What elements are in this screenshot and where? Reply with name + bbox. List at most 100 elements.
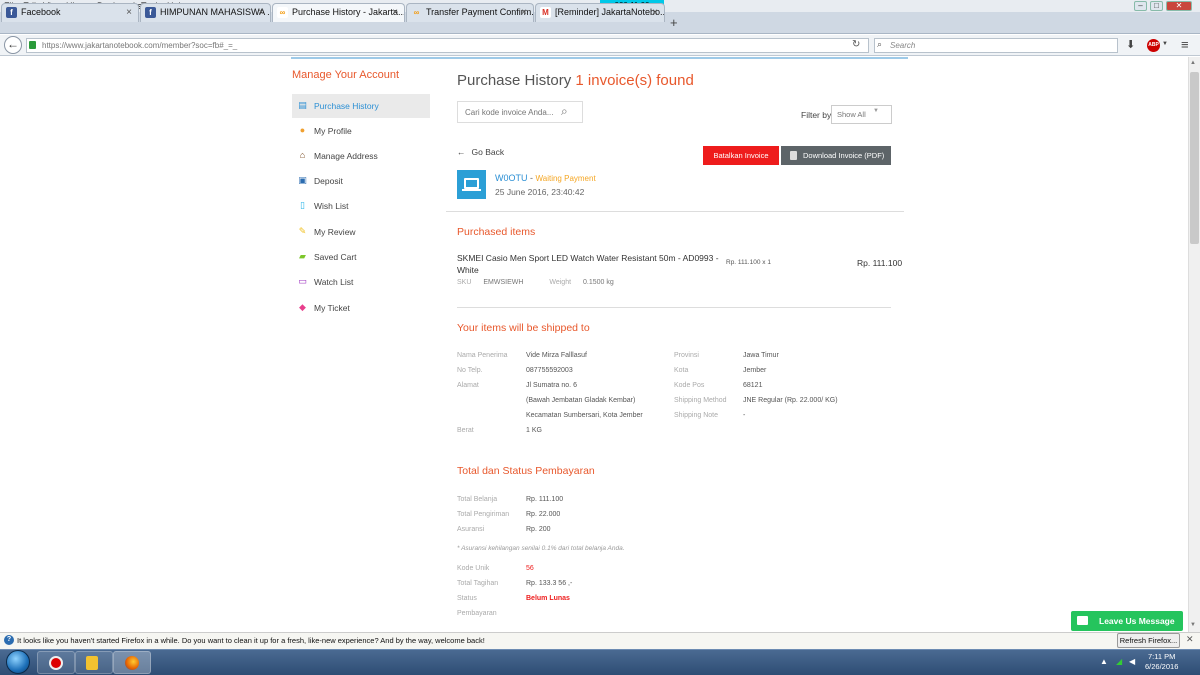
tv-icon: ▭ [298, 276, 307, 286]
firefox-icon [125, 656, 139, 670]
cart-icon: ▰ [299, 251, 306, 261]
sidebar-item-my-ticket[interactable]: ◆ My Ticket [292, 296, 430, 320]
browser-search-input[interactable]: Search [874, 38, 1118, 53]
address-label: Alamat [457, 382, 479, 389]
shipping-cost-value: Rp. 22.000 [526, 511, 561, 518]
search-icon: ⌕ [877, 39, 883, 49]
sidebar-item-label: My Profile [314, 126, 352, 136]
item-name[interactable]: SKMEI Casio Men Sport LED Watch Water Re… [457, 252, 722, 276]
clock[interactable]: 7:11 PM 6/26/2016 [1145, 652, 1178, 672]
close-icon[interactable]: × [392, 4, 398, 21]
total-bill-value: Rp. 133.3 56 ,- [526, 580, 573, 587]
sidebar-item-wish-list[interactable]: ▯ Wish List [292, 194, 430, 218]
sidebar-item-label: Saved Cart [314, 252, 357, 262]
chevron-down-icon[interactable]: ▼ [1162, 41, 1168, 47]
address-line-3: Kecamatan Sumbersari, Kota Jember [526, 412, 643, 419]
invoice-count: 1 invoice(s) found [575, 72, 694, 89]
close-icon[interactable]: × [652, 4, 658, 21]
close-window-button[interactable]: ✕ [1166, 1, 1192, 11]
payment-title: Total dan Status Pembayaran [457, 465, 595, 477]
tab-label: HIMPUNAN MAHASISWA ... [160, 7, 271, 17]
refresh-firefox-button[interactable]: Refresh Firefox... [1117, 633, 1180, 648]
download-arrow-icon[interactable]: ⬇ [1126, 38, 1135, 51]
tab-purchase-history[interactable]: ∞ Purchase History - Jakarta... × [272, 3, 405, 22]
clock-date: 6/26/2016 [1145, 662, 1179, 671]
adblock-icon[interactable]: ABP [1147, 39, 1160, 52]
minimize-button[interactable]: – [1134, 1, 1147, 11]
shipping-note-value: - [743, 412, 746, 419]
close-icon[interactable]: ✕ [1186, 634, 1194, 645]
sidebar-item-label: Purchase History [314, 101, 379, 111]
go-back-link[interactable]: ← Go Back [457, 147, 504, 157]
facebook-icon: f [145, 7, 156, 18]
reload-icon[interactable]: ↻ [852, 39, 860, 50]
lock-icon [29, 41, 36, 49]
laptop-screen [464, 178, 479, 189]
back-button[interactable]: ← [4, 36, 22, 54]
sidebar-item-deposit[interactable]: ▣ Deposit [292, 169, 430, 193]
sidebar-title: Manage Your Account [292, 69, 400, 81]
subtotal-value: Rp. 111.100 [526, 496, 564, 503]
item-quantity: Rp. 111.100 x 1 [726, 259, 771, 266]
url-bar[interactable]: https://www.jakartanotebook.com/member?s… [26, 38, 869, 53]
postal-code-label: Kode Pos [674, 382, 705, 389]
tag-icon: ◆ [299, 302, 306, 312]
tab-label: [Reminder] JakartaNotebo... [555, 7, 665, 17]
windows-start-button[interactable] [6, 650, 30, 674]
province-label: Provinsi [674, 352, 699, 359]
sidebar-item-purchase-history[interactable]: ▤ Purchase History [292, 94, 430, 118]
sidebar-item-manage-address[interactable]: ⌂ Manage Address [292, 144, 430, 168]
sidebar-item-my-review[interactable]: ✎ My Review [292, 220, 430, 244]
scrollbar-thumb[interactable] [1190, 72, 1199, 244]
weight-label: Weight [549, 279, 572, 286]
recipient-label: Nama Penerima [457, 352, 508, 359]
close-icon[interactable]: × [521, 4, 527, 21]
page-title: Purchase History 1 invoice(s) found [457, 72, 694, 89]
sidebar-item-my-profile[interactable]: ● My Profile [292, 119, 430, 143]
home-icon: ⌂ [299, 150, 306, 160]
phone-value: 087755592003 [526, 367, 573, 374]
sidebar-item-label: My Ticket [314, 303, 350, 313]
hamburger-menu-icon[interactable]: ≡ [1181, 37, 1189, 52]
payment-status-value: Belum Lunas [526, 595, 570, 602]
tab-facebook[interactable]: f Facebook × [1, 3, 139, 22]
tray-expand-icon[interactable]: ▲ [1100, 657, 1108, 666]
page-title-text: Purchase History [457, 72, 572, 89]
item-meta: SKU EMWSIEWH Weight 0.1500 kg [457, 279, 614, 286]
filter-label: Filter by [801, 110, 832, 120]
subtotal-label: Total Belanja [457, 496, 498, 503]
scroll-up-icon[interactable]: ▲ [1190, 60, 1196, 66]
cancel-invoice-button[interactable]: Batalkan Invoice [703, 146, 779, 165]
tab-reminder-gmail[interactable]: M [Reminder] JakartaNotebo... × [535, 3, 665, 22]
tab-himpunan[interactable]: f HIMPUNAN MAHASISWA ... × [140, 3, 271, 22]
payment-label: Pembayaran [457, 610, 497, 617]
maximize-button[interactable]: □ [1150, 1, 1163, 11]
gmail-icon: M [540, 7, 551, 18]
download-invoice-button[interactable]: Download Invoice (PDF) [781, 146, 891, 165]
sidebar-item-saved-cart[interactable]: ▰ Saved Cart [292, 245, 430, 269]
sidebar-item-label: Wish List [314, 201, 349, 211]
close-icon[interactable]: × [126, 4, 132, 21]
scroll-down-icon[interactable]: ▼ [1190, 622, 1196, 628]
invoice-code[interactable]: W0OTU - Waiting Payment [495, 173, 596, 183]
tab-transfer-payment[interactable]: ∞ Transfer Payment Confirm... × [406, 3, 534, 22]
close-icon[interactable]: × [258, 4, 264, 21]
postal-code-value: 68121 [743, 382, 763, 389]
purchase-history-icon: ▤ [298, 100, 307, 110]
shipping-method-label: Shipping Method [674, 397, 727, 404]
shipping-cost-label: Total Pengiriman [457, 511, 510, 518]
invoice-code-text: W0OTU [495, 173, 528, 183]
sidebar-item-label: Watch List [314, 277, 354, 287]
filter-select[interactable]: Show All [831, 105, 892, 124]
unique-code-label: Kode Unik [457, 565, 490, 572]
divider [457, 307, 891, 308]
network-icon[interactable]: ◢ [1116, 657, 1122, 666]
tab-label: Purchase History - Jakarta... [292, 7, 405, 17]
weight-value: 0.1500 kg [583, 279, 614, 286]
search-icon[interactable]: ⌕ [561, 104, 568, 119]
volume-icon[interactable]: ◀ [1129, 657, 1135, 666]
deposit-icon: ▣ [298, 175, 307, 185]
sidebar-item-watch-list[interactable]: ▭ Watch List [292, 270, 430, 294]
new-tab-button[interactable]: + [670, 14, 678, 32]
address-line-2: (Bawah Jembatan Gladak Kembar) [526, 397, 636, 404]
